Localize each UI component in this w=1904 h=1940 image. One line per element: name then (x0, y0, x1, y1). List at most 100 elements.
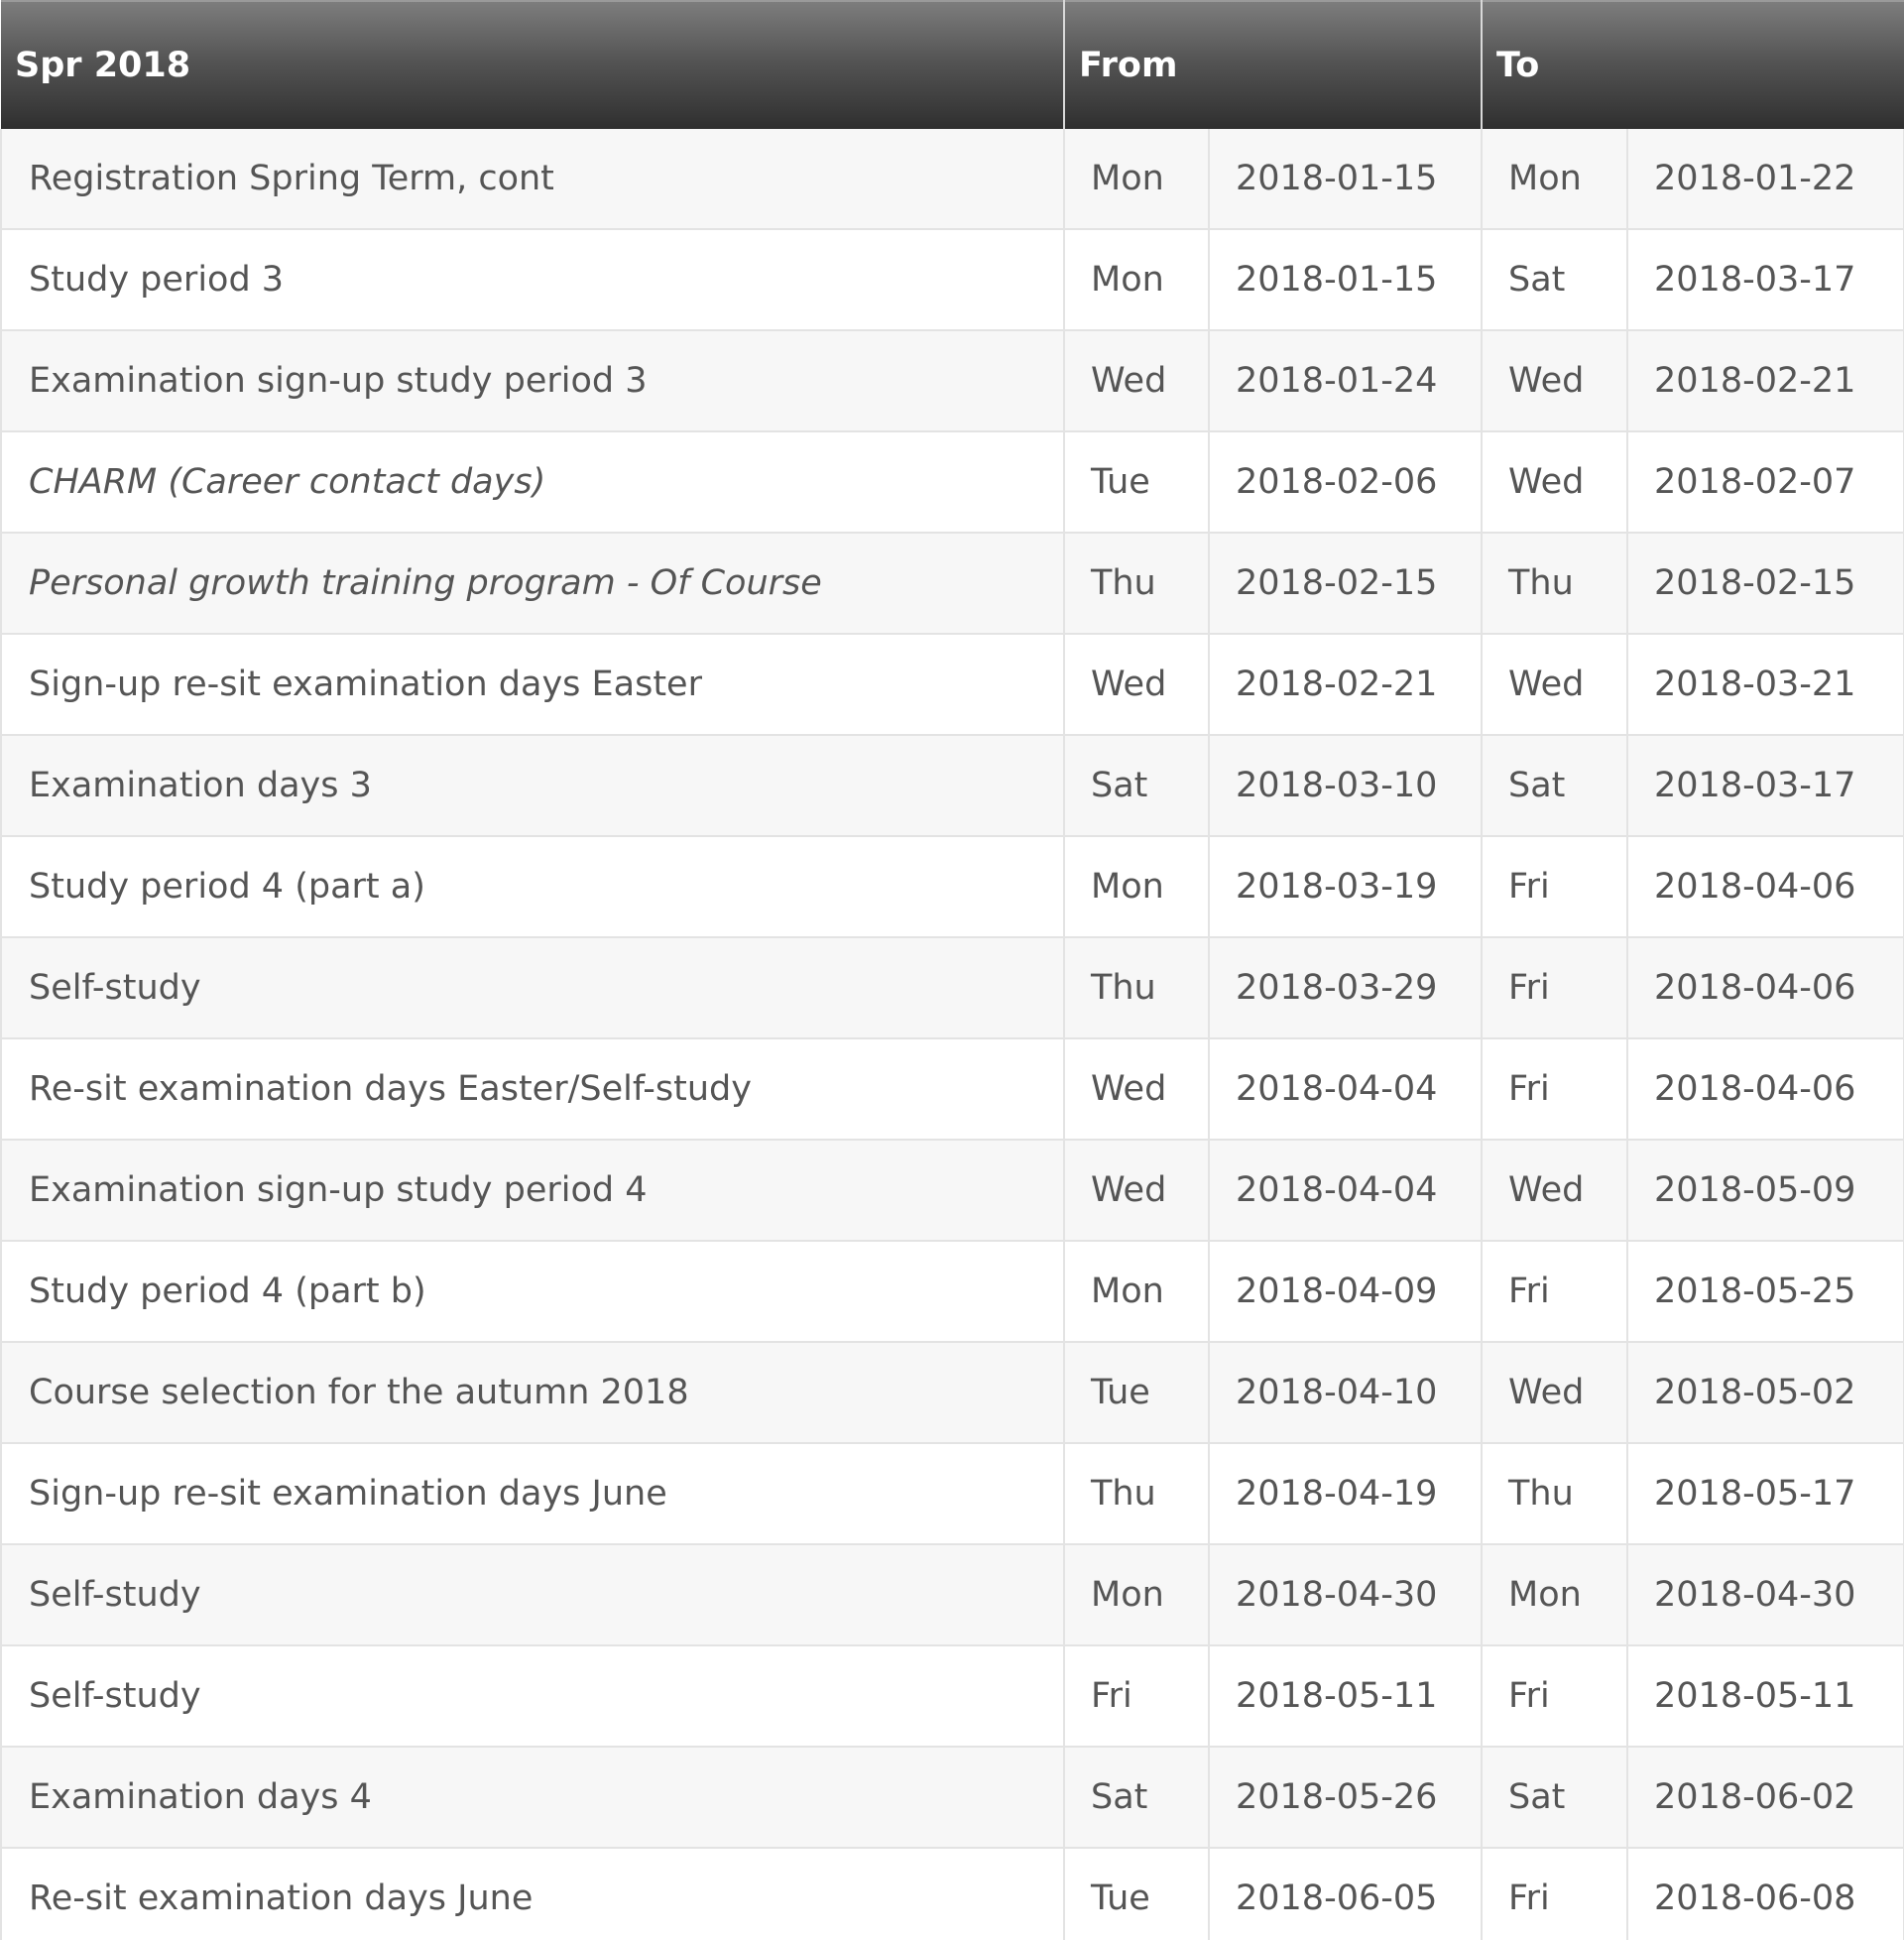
event-cell: Self-study (0, 937, 1065, 1039)
from-date-cell: 2018-03-29 (1209, 937, 1484, 1039)
to-day-cell: Fri (1482, 937, 1629, 1039)
from-date-cell: 2018-05-26 (1209, 1747, 1484, 1849)
from-date-cell: 2018-01-24 (1209, 330, 1484, 432)
to-date-cell: 2018-06-02 (1627, 1747, 1904, 1849)
event-cell: CHARM (Career contact days) (0, 431, 1065, 534)
to-day-cell: Fri (1482, 1645, 1629, 1748)
event-cell: Self-study (0, 1544, 1065, 1646)
table-row: Examination sign-up study period 4 Wed 201… (0, 1140, 1904, 1242)
table-row: Self-study Mon 2018-04-30 Mon 2018-04-30 (0, 1544, 1904, 1646)
table-body: Registration Spring Term, cont Mon 2018-01… (0, 129, 1904, 1940)
to-day-cell: Fri (1482, 836, 1629, 938)
from-date-cell: 2018-01-15 (1209, 129, 1484, 230)
schedule-table-container: Spr 2018 From To Registration Spring Ter… (0, 0, 1904, 1940)
from-day-cell: Thu (1064, 937, 1210, 1039)
event-cell: Examination days 3 (0, 735, 1065, 837)
from-day-cell: Mon (1064, 129, 1210, 230)
to-day-cell: Mon (1482, 129, 1629, 230)
from-day-cell: Wed (1064, 634, 1210, 736)
from-date-cell: 2018-04-09 (1209, 1241, 1484, 1343)
table-row: Self-study Thu 2018-03-29 Fri 2018-04-06 (0, 937, 1904, 1039)
from-day-cell: Sat (1064, 735, 1210, 837)
from-date-cell: 2018-02-21 (1209, 634, 1484, 736)
to-date-cell: 2018-02-07 (1627, 431, 1904, 534)
event-cell: Sign-up re-sit examination days Easter (0, 634, 1065, 736)
event-cell: Examination days 4 (0, 1747, 1065, 1849)
header-row: Spr 2018 From To (1, 0, 1904, 129)
table-row: Sign-up re-sit examination days June Thu 2… (0, 1443, 1904, 1545)
schedule-table: Spr 2018 From To Registration Spring Ter… (0, 0, 1904, 1940)
to-date-cell: 2018-04-06 (1627, 836, 1904, 938)
to-day-cell: Thu (1482, 533, 1629, 635)
table-row: Personal growth training program - Of Co… (0, 533, 1904, 635)
event-cell: Study period 4 (part b) (0, 1241, 1065, 1343)
table-row: Registration Spring Term, cont Mon 2018-01… (0, 129, 1904, 230)
event-cell: Examination sign-up study period 4 (0, 1140, 1065, 1242)
to-date-cell: 2018-05-17 (1627, 1443, 1904, 1545)
to-day-cell: Fri (1482, 1038, 1629, 1141)
event-cell: Re-sit examination days Easter/Self-stud… (0, 1038, 1065, 1141)
from-day-cell: Sat (1064, 1747, 1210, 1849)
event-cell: Self-study (0, 1645, 1065, 1748)
from-date-cell: 2018-03-19 (1209, 836, 1484, 938)
to-date-cell: 2018-05-11 (1627, 1645, 1904, 1748)
to-day-cell: Sat (1482, 1747, 1629, 1849)
from-day-cell: Tue (1064, 1848, 1210, 1940)
to-day-cell: Mon (1482, 1544, 1629, 1646)
table-row: Study period 3 Mon 2018-01-15 Sat 2018-03-17 (0, 229, 1904, 331)
to-day-cell: Wed (1482, 330, 1629, 432)
event-cell: Examination sign-up study period 3 (0, 330, 1065, 432)
from-date-cell: 2018-04-04 (1209, 1140, 1484, 1242)
to-date-cell: 2018-05-09 (1627, 1140, 1904, 1242)
from-date-cell: 2018-03-10 (1209, 735, 1484, 837)
from-date-cell: 2018-01-15 (1209, 229, 1484, 331)
from-day-cell: Tue (1064, 1342, 1210, 1444)
from-day-cell: Mon (1064, 836, 1210, 938)
to-date-cell: 2018-03-17 (1627, 735, 1904, 837)
from-day-cell: Thu (1064, 533, 1210, 635)
from-day-cell: Mon (1064, 229, 1210, 331)
table-row: Course selection for the autumn 2018 Tue 2… (0, 1342, 1904, 1444)
from-date-cell: 2018-04-19 (1209, 1443, 1484, 1545)
from-date-cell: 2018-02-06 (1209, 431, 1484, 534)
event-cell: Course selection for the autumn 2018 (0, 1342, 1065, 1444)
to-date-cell: 2018-05-02 (1627, 1342, 1904, 1444)
from-date-cell: 2018-04-30 (1209, 1544, 1484, 1646)
header-to: To (1482, 0, 1904, 129)
from-date-cell: 2018-05-11 (1209, 1645, 1484, 1748)
event-cell: Registration Spring Term, cont (0, 129, 1065, 230)
from-day-cell: Wed (1064, 1140, 1210, 1242)
header-term: Spr 2018 (1, 0, 1065, 129)
event-cell: Personal growth training program - Of Co… (0, 533, 1065, 635)
to-date-cell: 2018-05-25 (1627, 1241, 1904, 1343)
table-row: Study period 4 (part a) Mon 2018-03-19 Fri 2… (0, 836, 1904, 938)
to-date-cell: 2018-01-22 (1627, 129, 1904, 230)
to-date-cell: 2018-06-08 (1627, 1848, 1904, 1940)
to-date-cell: 2018-03-21 (1627, 634, 1904, 736)
from-date-cell: 2018-06-05 (1209, 1848, 1484, 1940)
event-cell: Study period 4 (part a) (0, 836, 1065, 938)
to-day-cell: Wed (1482, 431, 1629, 534)
table-row: CHARM (Career contact days) Tue 2018-02-06… (0, 431, 1904, 534)
from-day-cell: Thu (1064, 1443, 1210, 1545)
from-day-cell: Wed (1064, 1038, 1210, 1141)
to-date-cell: 2018-04-06 (1627, 1038, 1904, 1141)
event-cell: Sign-up re-sit examination days June (0, 1443, 1065, 1545)
table-row: Sign-up re-sit examination days Easter We… (0, 634, 1904, 736)
from-date-cell: 2018-04-10 (1209, 1342, 1484, 1444)
to-date-cell: 2018-04-06 (1627, 937, 1904, 1039)
header-from: From (1064, 0, 1484, 129)
to-day-cell: Fri (1482, 1241, 1629, 1343)
from-date-cell: 2018-04-04 (1209, 1038, 1484, 1141)
table-row: Study period 4 (part b) Mon 2018-04-09 Fri 2… (0, 1241, 1904, 1343)
to-day-cell: Sat (1482, 735, 1629, 837)
to-day-cell: Wed (1482, 634, 1629, 736)
table-row: Examination sign-up study period 3 Wed 201… (0, 330, 1904, 432)
event-cell: Study period 3 (0, 229, 1065, 331)
to-day-cell: Wed (1482, 1342, 1629, 1444)
from-day-cell: Fri (1064, 1645, 1210, 1748)
to-day-cell: Sat (1482, 229, 1629, 331)
from-day-cell: Tue (1064, 431, 1210, 534)
table-row: Examination days 3 Sat 2018-03-10 Sat 2018-0… (0, 735, 1904, 837)
table-row: Re-sit examination days June Tue 2018-06-0… (0, 1848, 1904, 1940)
